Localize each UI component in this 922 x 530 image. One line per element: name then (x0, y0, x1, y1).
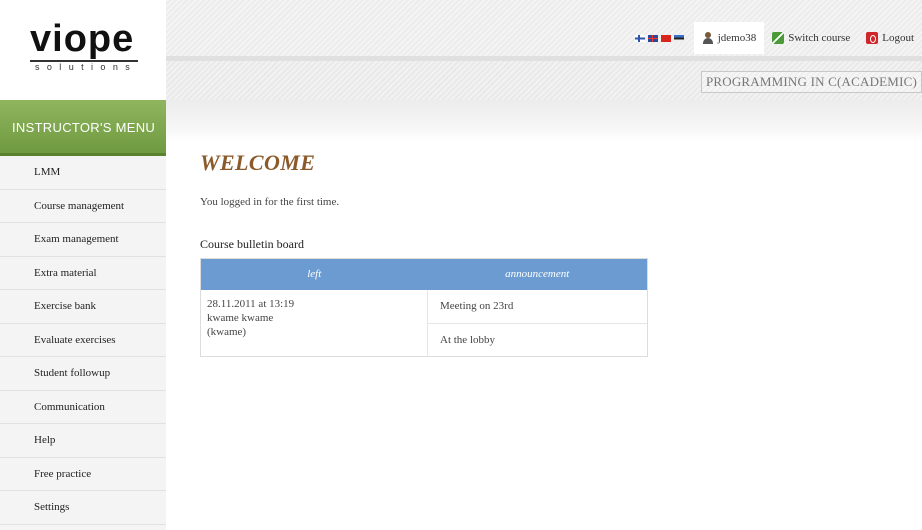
table-header-row: left announcement (200, 258, 648, 290)
content-top-band (166, 100, 922, 142)
power-icon (866, 32, 879, 44)
sidebar-item-free-practice[interactable]: Free practice (0, 457, 166, 491)
post-username: (kwame) (207, 325, 247, 338)
switch-course-label: Switch course (788, 32, 851, 44)
announcement-line: Meeting on 23rd (440, 299, 514, 312)
sidebar-item-extra-material[interactable]: Extra material (0, 256, 166, 290)
announcement-line: At the lobby (428, 322, 647, 356)
instructor-sidebar: INSTRUCTOR'S MENU LMM Course management … (0, 100, 166, 530)
sidebar-item-exercise-bank[interactable]: Exercise bank (0, 290, 166, 324)
language-flags (634, 34, 684, 42)
post-author: kwame kwame (207, 311, 274, 324)
sidebar-header: INSTRUCTOR'S MENU (0, 100, 166, 156)
logout-label: Logout (882, 32, 914, 44)
fi-flag-icon[interactable] (634, 34, 645, 42)
sidebar-item-settings[interactable]: Settings (0, 491, 166, 525)
user-link[interactable]: jdemo38 (693, 22, 765, 54)
sidebar-item-help[interactable]: Help (0, 424, 166, 458)
gb-flag-icon[interactable] (647, 34, 658, 42)
main-content: WELCOME You logged in for the first time… (200, 150, 900, 357)
cn-flag-icon[interactable] (660, 34, 671, 42)
switch-course-link[interactable]: Switch course (764, 22, 858, 54)
bulletin-board-title: Course bulletin board (200, 237, 304, 251)
post-meta: 28.11.2011 at 13:19 kwame kwame (kwame) (200, 289, 428, 356)
course-title: PROGRAMMING IN C(ACADEMIC) (700, 71, 922, 93)
switch-course-icon (772, 32, 785, 44)
column-header-announcement: announcement (427, 258, 648, 290)
username: jdemo38 (717, 32, 757, 44)
sidebar-item-course-management[interactable]: Course management (0, 189, 166, 223)
header: viope solutions jdemo38 Switch course Lo… (0, 0, 922, 100)
post-date: 28.11.2011 at 13:19 (207, 297, 295, 310)
logo-word: viope (30, 18, 135, 60)
viope-logo[interactable]: viope solutions (30, 20, 150, 80)
bulletin-board-table: left announcement 28.11.2011 at 13:19 kw… (200, 258, 648, 357)
sidebar-item-evaluate-exercises[interactable]: Evaluate exercises (0, 323, 166, 357)
intro-text: You logged in for the first time. (200, 196, 340, 208)
column-header-left: left (200, 258, 428, 290)
sidebar-item-student-followup[interactable]: Student followup (0, 357, 166, 391)
sidebar-item-exam-management[interactable]: Exam management (0, 223, 166, 257)
sidebar-item-communication[interactable]: Communication (0, 390, 166, 424)
table-row: 28.11.2011 at 13:19 kwame kwame (kwame) … (200, 289, 648, 357)
user-icon (702, 32, 714, 44)
ee-flag-icon[interactable] (673, 34, 684, 42)
page-title: WELCOME (200, 150, 316, 175)
logo-tagline: solutions (30, 60, 138, 72)
post-announcement: Meeting on 23rd At the lobby (428, 290, 648, 357)
sidebar-item-lmm[interactable]: LMM (0, 156, 166, 190)
logout-link[interactable]: Logout (858, 22, 922, 54)
top-navigation: jdemo38 Switch course Logout (634, 22, 922, 54)
